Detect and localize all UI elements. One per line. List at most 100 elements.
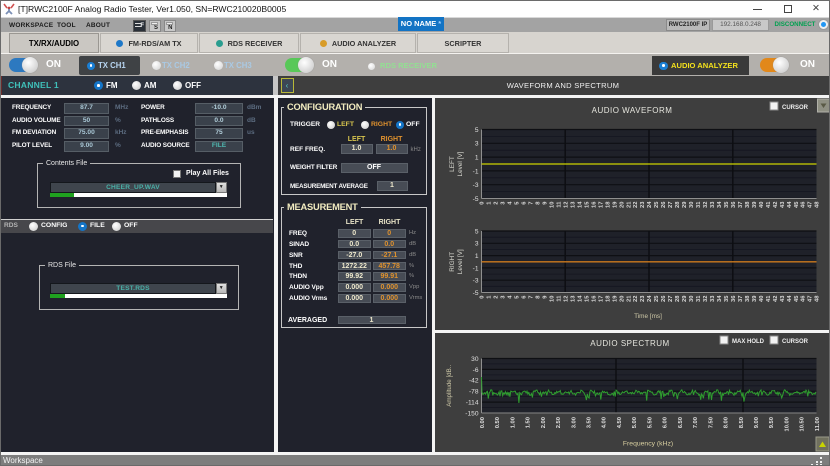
svg-text:25: 25 xyxy=(654,294,660,301)
svg-text:48: 48 xyxy=(814,294,820,301)
svg-text:-5: -5 xyxy=(472,289,478,296)
svg-text:46: 46 xyxy=(800,294,806,301)
svg-text:19: 19 xyxy=(612,294,618,301)
svg-text:36: 36 xyxy=(730,200,736,207)
svg-text:39: 39 xyxy=(751,294,757,301)
svg-text:14: 14 xyxy=(577,200,583,207)
svg-text:34: 34 xyxy=(717,294,723,301)
svg-text:41: 41 xyxy=(765,294,771,301)
svg-text:14: 14 xyxy=(577,294,583,301)
svg-text:31: 31 xyxy=(696,294,702,301)
svg-text:1.50: 1.50 xyxy=(525,417,531,428)
svg-text:42: 42 xyxy=(772,295,778,301)
svg-text:15: 15 xyxy=(584,294,590,301)
svg-text:-3: -3 xyxy=(472,277,478,284)
svg-text:3: 3 xyxy=(474,140,478,147)
svg-text:-6: -6 xyxy=(472,367,478,374)
svg-text:CURSOR: CURSOR xyxy=(782,105,809,111)
svg-text:20: 20 xyxy=(619,201,625,207)
svg-text:46: 46 xyxy=(800,200,806,207)
svg-text:42: 42 xyxy=(772,201,778,207)
svg-text:33: 33 xyxy=(710,294,716,301)
svg-text:Amplitude [dB..: Amplitude [dB.. xyxy=(446,365,453,407)
svg-text:5: 5 xyxy=(474,228,478,235)
svg-text:9.50: 9.50 xyxy=(769,417,775,428)
svg-text:3.50: 3.50 xyxy=(586,417,592,428)
svg-text:11.00: 11.00 xyxy=(814,417,820,431)
svg-text:10: 10 xyxy=(549,295,555,301)
svg-text:32: 32 xyxy=(703,295,709,301)
svg-text:10.00: 10.00 xyxy=(784,417,790,432)
svg-text:0: 0 xyxy=(479,295,485,298)
svg-text:LEFT: LEFT xyxy=(449,156,456,172)
svg-text:40: 40 xyxy=(758,295,764,301)
svg-text:AUDIO SPECTRUM: AUDIO SPECTRUM xyxy=(590,339,669,348)
svg-text:Time [ms]: Time [ms] xyxy=(634,313,662,320)
svg-text:-42: -42 xyxy=(468,378,478,385)
svg-text:2.50: 2.50 xyxy=(556,417,562,428)
svg-text:25: 25 xyxy=(654,200,660,207)
svg-text:5: 5 xyxy=(474,126,478,133)
svg-text:45: 45 xyxy=(793,200,799,207)
svg-text:7.00: 7.00 xyxy=(693,417,699,428)
svg-text:27: 27 xyxy=(668,295,674,301)
svg-text:38: 38 xyxy=(744,200,750,207)
svg-text:12: 12 xyxy=(563,201,569,207)
svg-text:-1: -1 xyxy=(472,265,478,272)
svg-text:4.00: 4.00 xyxy=(601,417,607,428)
svg-text:7.50: 7.50 xyxy=(708,417,714,428)
svg-text:1: 1 xyxy=(474,253,478,260)
svg-text:30: 30 xyxy=(689,295,695,301)
svg-text:17: 17 xyxy=(598,201,604,207)
svg-text:13: 13 xyxy=(570,294,576,301)
svg-text:37: 37 xyxy=(737,295,743,301)
svg-text:43: 43 xyxy=(779,200,785,207)
svg-text:1: 1 xyxy=(474,154,478,161)
svg-text:24: 24 xyxy=(647,294,653,301)
svg-text:30: 30 xyxy=(471,356,479,363)
svg-text:44: 44 xyxy=(786,294,792,301)
svg-text:39: 39 xyxy=(751,200,757,207)
svg-text:0.00: 0.00 xyxy=(479,417,485,428)
svg-text:20: 20 xyxy=(619,295,625,301)
svg-text:3.00: 3.00 xyxy=(571,417,577,428)
svg-text:36: 36 xyxy=(730,294,736,301)
svg-text:3: 3 xyxy=(474,240,478,247)
svg-text:9.00: 9.00 xyxy=(754,417,760,428)
svg-text:16: 16 xyxy=(591,294,597,301)
svg-text:-1: -1 xyxy=(472,168,478,175)
svg-text:13: 13 xyxy=(570,200,576,207)
svg-text:22: 22 xyxy=(633,201,639,207)
svg-text:2: 2 xyxy=(493,201,499,204)
svg-text:-114: -114 xyxy=(465,400,478,407)
svg-text:43: 43 xyxy=(779,294,785,301)
svg-text:7: 7 xyxy=(528,295,534,298)
svg-text:29: 29 xyxy=(682,200,688,207)
svg-text:Frequency (kHz): Frequency (kHz) xyxy=(622,441,672,448)
svg-text:44: 44 xyxy=(786,200,792,207)
svg-text:45: 45 xyxy=(793,294,799,301)
svg-text:Level [V]: Level [V] xyxy=(457,249,464,274)
svg-text:-5: -5 xyxy=(472,195,478,202)
svg-text:28: 28 xyxy=(675,200,681,207)
svg-text:26: 26 xyxy=(661,294,667,301)
svg-text:23: 23 xyxy=(640,294,646,301)
svg-text:19: 19 xyxy=(612,200,618,207)
svg-text:41: 41 xyxy=(765,200,771,207)
svg-text:24: 24 xyxy=(647,200,653,207)
svg-text:23: 23 xyxy=(640,200,646,207)
svg-text:34: 34 xyxy=(717,200,723,207)
svg-text:22: 22 xyxy=(633,295,639,301)
svg-text:47: 47 xyxy=(807,201,813,207)
svg-text:10.50: 10.50 xyxy=(799,417,805,432)
svg-text:26: 26 xyxy=(661,200,667,207)
svg-text:0.50: 0.50 xyxy=(495,417,501,428)
svg-text:38: 38 xyxy=(744,294,750,301)
svg-text:-78: -78 xyxy=(468,389,478,396)
svg-text:7: 7 xyxy=(528,201,534,204)
svg-text:-3: -3 xyxy=(472,182,478,189)
svg-text:2.00: 2.00 xyxy=(540,417,546,428)
svg-text:-150: -150 xyxy=(465,410,479,417)
svg-text:Level [V]: Level [V] xyxy=(457,151,464,176)
svg-text:5.00: 5.00 xyxy=(632,417,638,428)
